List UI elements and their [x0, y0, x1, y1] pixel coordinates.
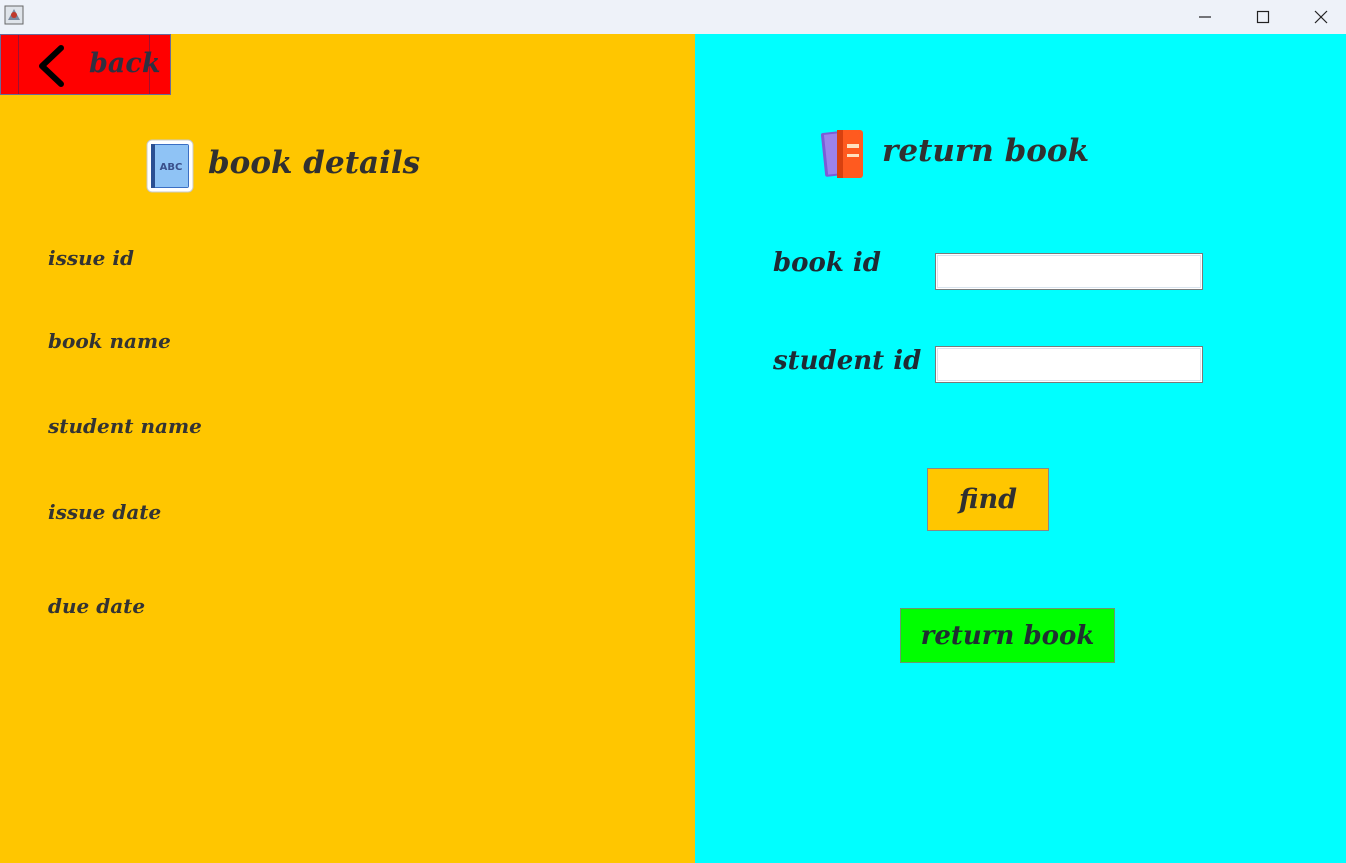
book-details-heading: book details [208, 145, 421, 181]
window-titlebar [0, 0, 1346, 34]
due-date-label: due date [48, 594, 146, 618]
back-button-label: back [89, 48, 161, 79]
student-id-label: student id [773, 346, 922, 376]
find-button[interactable]: find [927, 468, 1049, 531]
issue-id-label: issue id [48, 246, 134, 270]
minimize-icon [1199, 16, 1211, 18]
student-id-input[interactable] [935, 346, 1203, 383]
book-details-panel: back ABC book details issue id book name… [0, 34, 695, 863]
return-book-button[interactable]: return book [900, 608, 1115, 663]
return-book-heading: return book [882, 133, 1090, 169]
maximize-button[interactable] [1234, 0, 1292, 34]
chevron-left-icon [39, 45, 64, 87]
book-abc-icon: ABC [146, 139, 194, 193]
student-name-label: student name [48, 414, 202, 438]
close-icon [1314, 10, 1328, 24]
return-book-panel: return book book id student id find retu… [695, 34, 1346, 863]
minimize-button[interactable] [1176, 0, 1234, 34]
issue-date-label: issue date [48, 500, 162, 524]
maximize-icon [1256, 10, 1270, 24]
java-app-icon [4, 5, 24, 25]
close-button[interactable] [1292, 0, 1346, 34]
svg-text:ABC: ABC [160, 162, 183, 173]
book-name-label: book name [48, 329, 171, 353]
book-id-label: book id [773, 248, 881, 278]
books-icon [821, 130, 863, 178]
book-id-input[interactable] [935, 253, 1203, 290]
divider [18, 35, 19, 94]
back-button[interactable]: back [0, 34, 171, 95]
